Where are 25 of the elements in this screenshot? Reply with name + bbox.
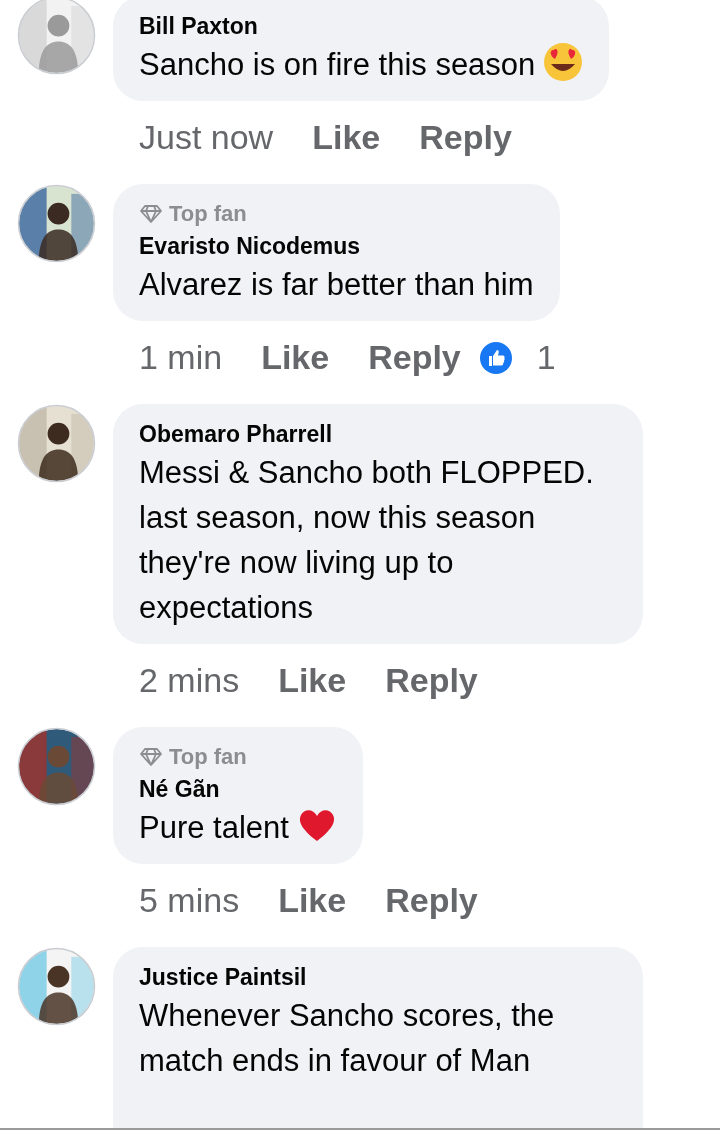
reaction-count: 1 <box>536 338 556 377</box>
comment-text: Alvarez is far better than him <box>139 267 534 302</box>
like-link[interactable]: Like <box>278 881 347 920</box>
reply-link[interactable]: Reply <box>385 661 478 700</box>
comment-time: 5 mins <box>139 881 240 920</box>
comment-time: 2 mins <box>139 661 240 700</box>
reply-link[interactable]: Reply <box>419 118 512 157</box>
top-fan-label: Top fan <box>169 744 247 770</box>
top-fan-label: Top fan <box>169 201 247 227</box>
commenter-name[interactable]: Bill Paxton <box>139 10 584 42</box>
reply-link[interactable]: Reply <box>385 881 478 920</box>
commenter-name[interactable]: Obemaro Pharrell <box>139 418 617 450</box>
like-link[interactable]: Like <box>261 338 330 377</box>
like-link[interactable]: Like <box>278 661 347 700</box>
commenter-name[interactable]: Evaristo Nicodemus <box>139 230 534 262</box>
comment-text: Whenever Sancho scores, the match ends in favour of Man <box>139 998 555 1078</box>
comment-text: Sancho is on fire this season <box>139 47 584 82</box>
comment-time: 1 min <box>139 338 223 377</box>
comment-time: Just now <box>139 118 274 157</box>
commenter-name[interactable]: Justice Paintsil <box>139 961 617 993</box>
reply-link[interactable]: Reply <box>368 338 461 377</box>
commenter-name[interactable]: Né Gãn <box>139 773 337 805</box>
like-link[interactable]: Like <box>312 118 381 157</box>
comment-text: Pure talent <box>139 810 337 845</box>
comment-text: Messi & Sancho both FLOPPED. last season, now this season they're now living up to expectations <box>139 455 594 625</box>
